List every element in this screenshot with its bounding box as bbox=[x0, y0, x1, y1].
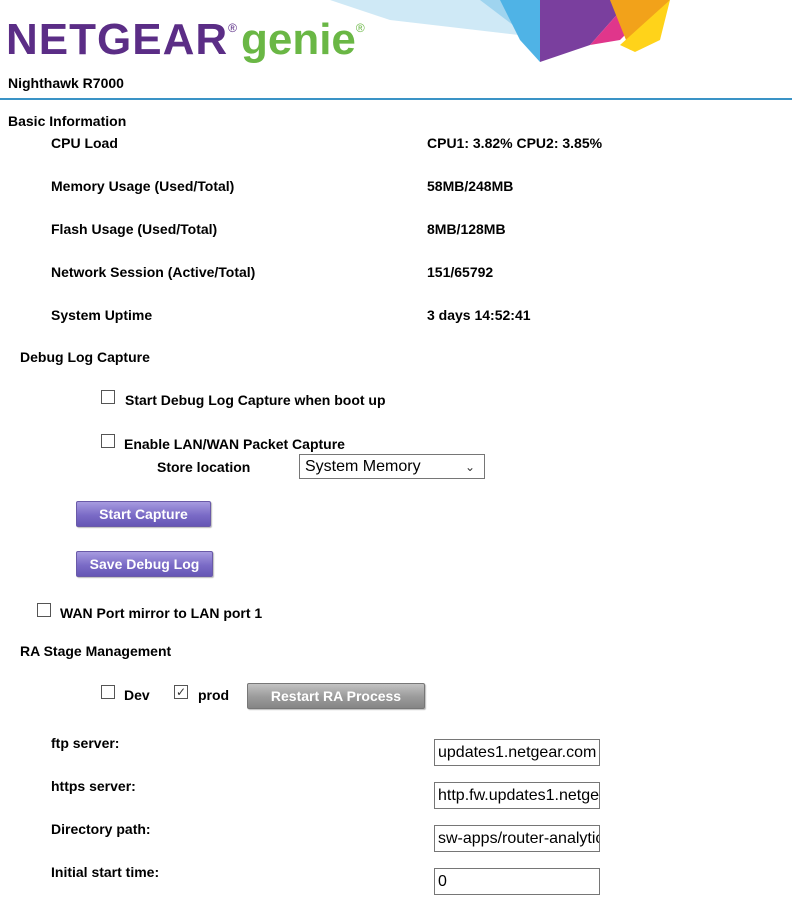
network-session-value: 151/65792 bbox=[427, 264, 494, 280]
boot-capture-checkbox[interactable] bbox=[101, 390, 115, 404]
netgear-genie-logo: NETGEAR®genie® bbox=[6, 15, 365, 64]
system-uptime-value: 3 days 14:52:41 bbox=[427, 307, 531, 323]
flash-usage-value: 8MB/128MB bbox=[427, 221, 506, 237]
basic-info-heading: Basic Information bbox=[8, 113, 127, 129]
packet-capture-label: Enable LAN/WAN Packet Capture bbox=[124, 436, 345, 452]
flash-usage-label: Flash Usage (Used/Total) bbox=[51, 221, 218, 237]
prod-label: prod bbox=[198, 687, 230, 703]
ftp-server-input[interactable]: updates1.netgear.com bbox=[434, 739, 600, 766]
store-location-value: System Memory bbox=[305, 457, 421, 475]
cpu-load-value: CPU1: 3.82% CPU2: 3.85% bbox=[427, 135, 603, 151]
initial-start-time-input[interactable]: 0 bbox=[434, 868, 600, 895]
network-session-label: Network Session (Active/Total) bbox=[51, 264, 256, 280]
chevron-down-icon: ⌄ bbox=[464, 459, 475, 474]
memory-usage-label: Memory Usage (Used/Total) bbox=[51, 178, 235, 194]
save-debug-log-button[interactable]: Save Debug Log bbox=[76, 551, 213, 577]
packet-capture-checkbox[interactable] bbox=[101, 434, 115, 448]
prod-checkbox[interactable]: ✓ bbox=[174, 685, 188, 699]
restart-ra-process-button[interactable]: Restart RA Process bbox=[247, 683, 425, 709]
initial-start-time-label: Initial start time: bbox=[51, 864, 160, 880]
check-icon: ✓ bbox=[175, 685, 187, 699]
header-divider bbox=[0, 98, 792, 100]
cpu-load-label: CPU Load bbox=[51, 135, 118, 151]
store-location-label: Store location bbox=[157, 459, 251, 475]
system-uptime-label: System Uptime bbox=[51, 307, 153, 323]
debug-log-heading: Debug Log Capture bbox=[20, 349, 150, 365]
wan-mirror-label: WAN Port mirror to LAN port 1 bbox=[60, 605, 263, 621]
router-model: Nighthawk R7000 bbox=[8, 75, 124, 91]
wan-mirror-checkbox[interactable] bbox=[37, 603, 51, 617]
ftp-server-label: ftp server: bbox=[51, 735, 120, 751]
ra-stage-heading: RA Stage Management bbox=[20, 643, 172, 659]
directory-path-input[interactable]: sw-apps/router-analytics bbox=[434, 825, 600, 852]
directory-path-label: Directory path: bbox=[51, 821, 151, 837]
https-server-input[interactable]: http.fw.updates1.netgear.com bbox=[434, 782, 600, 809]
header-decoration bbox=[330, 0, 670, 62]
start-capture-button[interactable]: Start Capture bbox=[76, 501, 211, 527]
dev-label: Dev bbox=[124, 687, 150, 703]
dev-checkbox[interactable] bbox=[101, 685, 115, 699]
https-server-label: https server: bbox=[51, 778, 136, 794]
boot-capture-label: Start Debug Log Capture when boot up bbox=[125, 392, 386, 408]
store-location-select[interactable]: System Memory ⌄ bbox=[299, 454, 485, 479]
memory-usage-value: 58MB/248MB bbox=[427, 178, 514, 194]
